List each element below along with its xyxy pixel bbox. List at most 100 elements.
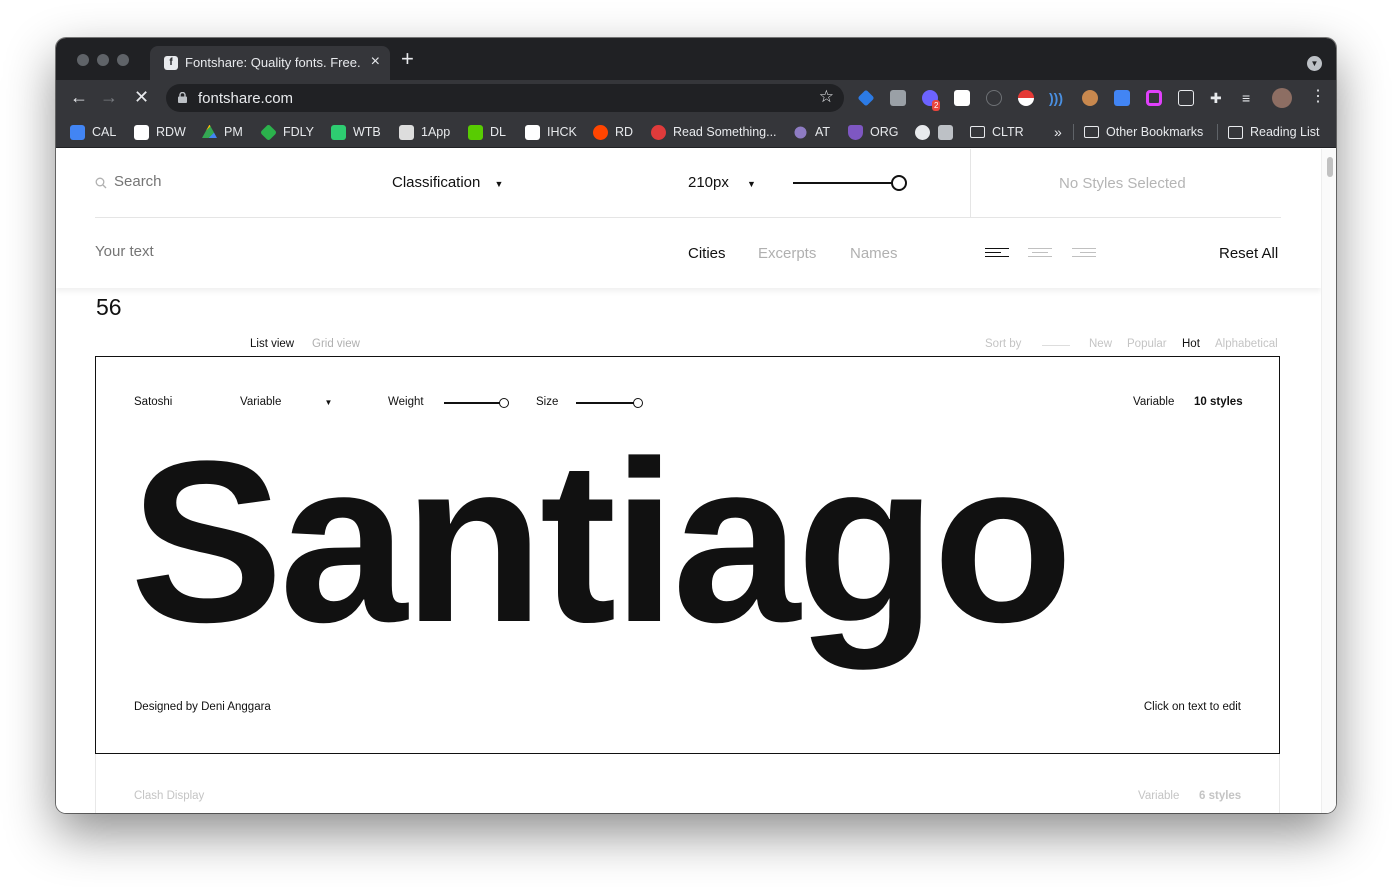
page-scrollbar[interactable]: [1321, 149, 1336, 813]
new-tab-button[interactable]: +: [401, 48, 414, 70]
size-slider-handle[interactable]: [891, 175, 907, 191]
bookmark-pm[interactable]: PM: [202, 124, 243, 140]
styles-count[interactable]: 10 styles: [1194, 396, 1243, 408]
font-type-label: Variable: [1138, 790, 1180, 802]
weight-slider-handle[interactable]: [499, 398, 509, 408]
bookmark-folder-cltr[interactable]: CLTR: [970, 124, 1024, 140]
close-window-button[interactable]: [77, 54, 89, 66]
extensions-puzzle-icon[interactable]: ✚: [1210, 90, 1226, 106]
bookmark-fdly[interactable]: FDLY: [260, 123, 314, 141]
tab-fontshare[interactable]: f Fontshare: Quality fonts. Free. ×: [150, 46, 390, 80]
fontshare-favicon-icon: f: [164, 56, 178, 70]
extension-pokeball-icon[interactable]: [1018, 90, 1034, 106]
bookmarks-divider: [1217, 124, 1218, 140]
extension-wave-icon[interactable]: ))): [1049, 90, 1065, 106]
grid-app-icon: [399, 124, 414, 140]
bookmark-page[interactable]: [938, 124, 960, 140]
size-dropdown[interactable]: 210px ▼: [688, 174, 756, 191]
reset-all-button[interactable]: Reset All: [1219, 245, 1278, 262]
forward-arrow-icon[interactable]: →: [100, 87, 118, 107]
bookmark-ihck[interactable]: IHCK: [525, 124, 577, 140]
extension-translate-icon[interactable]: [1114, 90, 1130, 106]
more-bookmarks-button[interactable]: »: [1054, 124, 1062, 140]
bookmark-at[interactable]: AT: [793, 124, 830, 140]
search-input[interactable]: [114, 173, 314, 190]
results-count: 56: [96, 294, 122, 320]
filter-vertical-divider: [970, 149, 971, 217]
sort-by-label: Sort by: [985, 338, 1022, 350]
classification-dropdown[interactable]: Classification ▼: [392, 174, 503, 191]
size-slider-track[interactable]: [793, 182, 899, 184]
stop-loading-icon[interactable]: ✕: [134, 87, 149, 107]
page-icon: [938, 124, 953, 140]
font-card-satoshi[interactable]: Satoshi Variable ▼ Weight Size Variable …: [95, 356, 1280, 754]
tab-close-icon[interactable]: ×: [371, 53, 380, 71]
specimen-text[interactable]: Santiago: [130, 427, 1073, 657]
media-queue-icon[interactable]: ≡: [1242, 90, 1258, 106]
align-left-icon[interactable]: [985, 248, 1009, 260]
bookmark-read-something[interactable]: Read Something...: [651, 124, 777, 140]
bookmark-star-icon[interactable]: ☆: [819, 87, 834, 107]
font-name[interactable]: Clash Display: [134, 790, 204, 802]
sort-hot[interactable]: Hot: [1182, 338, 1200, 350]
address-bar[interactable]: fontshare.com ☆: [166, 84, 844, 112]
font-type-label: Variable: [1133, 396, 1175, 408]
edit-hint: Click on text to edit: [1143, 701, 1241, 713]
extension-r-icon[interactable]: [954, 90, 970, 106]
r-logo-icon: [134, 124, 149, 140]
card-size-slider-track[interactable]: [576, 402, 638, 404]
minimize-window-button[interactable]: [97, 54, 109, 66]
extension-gem-icon[interactable]: [857, 89, 875, 107]
globe-icon: [915, 124, 930, 140]
scrollbar-thumb[interactable]: [1327, 157, 1333, 177]
bookmark-rdw[interactable]: RDW: [134, 124, 186, 140]
extension-send-icon[interactable]: [1178, 90, 1194, 106]
extension-m-icon[interactable]: [890, 90, 906, 106]
style-dropdown[interactable]: Variable ▼: [240, 396, 332, 408]
reading-list-button[interactable]: Reading List: [1228, 124, 1320, 140]
profile-avatar[interactable]: [1272, 88, 1292, 108]
bookmark-dl[interactable]: DL: [468, 124, 506, 140]
card-size-slider-handle[interactable]: [633, 398, 643, 408]
sparkle-icon: [794, 126, 807, 138]
list-view-toggle[interactable]: List view: [250, 338, 294, 350]
sort-new[interactable]: New: [1089, 338, 1112, 350]
sort-divider: [1042, 345, 1070, 346]
tab-search-icon[interactable]: ▼: [1307, 56, 1322, 71]
extension-color-ring-icon[interactable]: [1146, 90, 1162, 106]
page-content: Classification ▼ 210px ▼ No Styles Selec…: [56, 149, 1336, 813]
browser-menu-icon[interactable]: ⋮: [1310, 87, 1326, 107]
font-name[interactable]: Satoshi: [134, 396, 172, 408]
sort-popular[interactable]: Popular: [1127, 338, 1167, 350]
w-logo-icon: [331, 124, 346, 140]
bookmark-cal[interactable]: CAL: [70, 124, 116, 140]
extension-info-icon[interactable]: [986, 90, 1002, 106]
weight-slider-track[interactable]: [444, 402, 504, 404]
bookmark-1app[interactable]: 1App: [399, 124, 450, 140]
zoom-window-button[interactable]: [117, 54, 129, 66]
folder-icon: [970, 126, 985, 138]
bookmark-wtb[interactable]: WTB: [331, 124, 381, 140]
custom-text-input[interactable]: [95, 243, 495, 260]
tab-names[interactable]: Names: [850, 245, 898, 262]
filter-horizontal-divider: [95, 217, 1281, 218]
bookmark-globe[interactable]: [915, 124, 937, 140]
align-center-icon[interactable]: [1028, 248, 1052, 260]
drive-icon: [202, 124, 217, 138]
back-arrow-icon[interactable]: ←: [70, 87, 88, 107]
calendar-icon: [70, 124, 85, 140]
font-card-clash-display[interactable]: Clash Display Variable 6 styles: [95, 754, 1280, 813]
tab-strip: f Fontshare: Quality fonts. Free. × + ▼: [56, 38, 1336, 80]
bookmark-rd[interactable]: RD: [593, 124, 633, 140]
styles-count[interactable]: 6 styles: [1199, 790, 1241, 802]
extension-monkey-icon[interactable]: [1082, 90, 1098, 106]
align-right-icon[interactable]: [1072, 248, 1096, 260]
bookmarks-divider: [1073, 124, 1074, 140]
grid-view-toggle[interactable]: Grid view: [312, 338, 360, 350]
sort-alphabetical[interactable]: Alphabetical: [1215, 338, 1278, 350]
tab-cities[interactable]: Cities: [688, 245, 726, 262]
tab-excerpts[interactable]: Excerpts: [758, 245, 816, 262]
other-bookmarks-folder[interactable]: Other Bookmarks: [1084, 124, 1203, 140]
bookmark-org[interactable]: ORG: [848, 124, 898, 140]
no-styles-selected: No Styles Selected: [1059, 175, 1186, 192]
